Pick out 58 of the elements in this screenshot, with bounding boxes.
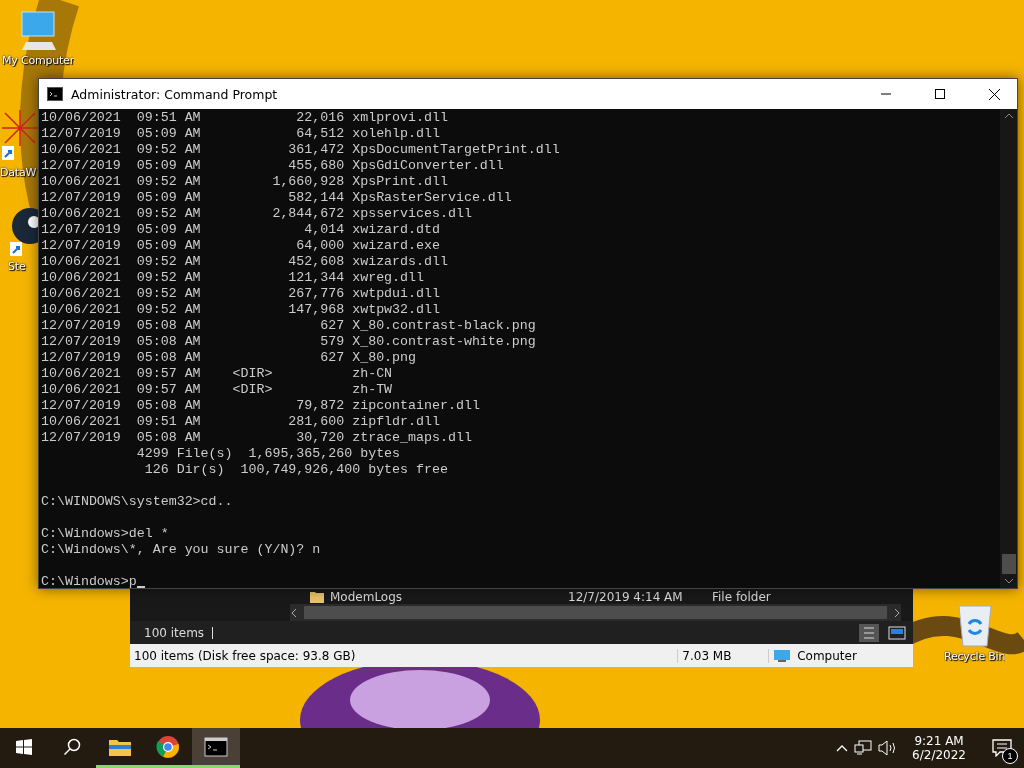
notifications-button[interactable]: 1: [980, 728, 1024, 768]
chrome-icon: [156, 734, 180, 759]
file-date: 12/7/2019 4:14 AM: [568, 589, 684, 604]
status-summary: 100 items (Disk free space: 93.8 GB): [134, 648, 356, 663]
console-line: 10/06/2021 09:52 AM 2,844,672 xpsservices.dll: [41, 206, 472, 222]
console-line: 10/06/2021 09:52 AM 361,472 XpsDocumentTargetPrint.dll: [41, 142, 560, 158]
chevron-up-icon[interactable]: [836, 744, 849, 752]
desktop-icon[interactable]: My Computer: [2, 10, 74, 67]
file-type: File folder: [712, 589, 771, 604]
thumbnails-view-icon[interactable]: [887, 623, 907, 642]
console-line: 4299 File(s) 1,695,365,260 bytes: [135, 446, 401, 462]
console-line: 10/06/2021 09:52 AM 267,776 xwtpdui.dll: [41, 286, 440, 302]
network-icon[interactable]: [854, 740, 873, 756]
message-icon: [992, 739, 1012, 757]
console-line: 10/06/2021 09:52 AM 147,968 xwtpw32.dll: [41, 302, 440, 318]
console-line: 12/07/2019 05:08 AM 30,720 ztrace_maps.dll: [41, 430, 472, 446]
console-line: 10/06/2021 09:57 AM <DIR> zh-TW: [41, 382, 393, 398]
console-line: 10/06/2021 09:51 AM 281,600 zipfldr.dll: [41, 414, 440, 430]
console-line: 10/06/2021 09:57 AM <DIR> zh-CN: [41, 366, 393, 382]
console-line: C:\Windows>p: [41, 574, 137, 588]
details-view-icon[interactable]: [859, 623, 879, 642]
console-line: 12/07/2019 05:09 AM 582,144 XpsRasterService.dll: [41, 190, 512, 206]
maximize-icon: [935, 89, 945, 99]
file-name[interactable]: ModemLogs: [330, 589, 562, 604]
terminal-icon: [204, 736, 228, 757]
console-line: C:\WINDOWS\system32>cd..: [41, 494, 233, 510]
item-count: 100 items: [144, 625, 205, 640]
console-line: 12/07/2019 05:09 AM 4,014 xwizard.dtd: [41, 222, 440, 238]
terminal-icon: [47, 87, 63, 101]
horizontal-scrollbar[interactable]: [290, 604, 901, 621]
console-line: 10/06/2021 09:52 AM 1,660,928 XpsPrint.dll: [41, 174, 448, 190]
console-line: 12/07/2019 05:09 AM 64,000 xwizard.exe: [41, 238, 440, 254]
taskbar-app[interactable]: [192, 728, 240, 768]
status-location: Computer: [797, 648, 857, 663]
status-size: 7.03 MB: [682, 648, 732, 663]
console-line: 126 Dir(s) 100,749,926,400 bytes free: [143, 462, 448, 478]
vertical-scrollbar[interactable]: [1000, 109, 1017, 588]
console-line: 12/07/2019 05:09 AM 64,512 xolehlp.dll: [41, 126, 440, 142]
console-line: 12/07/2019 05:08 AM 627 X_80.png: [41, 350, 417, 366]
console-line: 12/07/2019 05:08 AM 627 X_80.contrast-black.png: [41, 318, 536, 334]
notification-count: 1: [1002, 748, 1018, 764]
console-line: 12/07/2019 05:09 AM 455,680 XpsGdiConverter.dll: [41, 158, 504, 174]
console-line: 10/06/2021 09:52 AM 452,608 xwizards.dll: [41, 254, 448, 270]
console-line: 12/07/2019 05:08 AM 579 X_80.contrast-white.png: [41, 334, 536, 350]
steam-icon: [8, 206, 38, 258]
clock[interactable]: 9:21 AM 6/2/2022: [904, 734, 974, 762]
console-line: 10/06/2021 09:52 AM 121,344 xwreg.dll: [41, 270, 424, 286]
computer-icon: [773, 648, 792, 663]
close-icon: [988, 88, 1000, 100]
console-line: 12/07/2019 05:08 AM 79,872 zipcontainer.dll: [41, 398, 480, 414]
console-line: 10/06/2021 09:51 AM 22,016 xmlprovi.dll: [41, 110, 448, 126]
search-icon: [63, 737, 81, 756]
windows-logo-icon: [16, 738, 32, 755]
window-title: Administrator: Command Prompt: [71, 86, 279, 102]
console-line: C:\Windows>del *: [41, 526, 169, 542]
computer-icon: [18, 10, 58, 52]
console-line: C:\Windows\*, Are you sure (Y/N)? n: [41, 542, 321, 558]
scrollbar-thumb[interactable]: [1001, 554, 1016, 574]
